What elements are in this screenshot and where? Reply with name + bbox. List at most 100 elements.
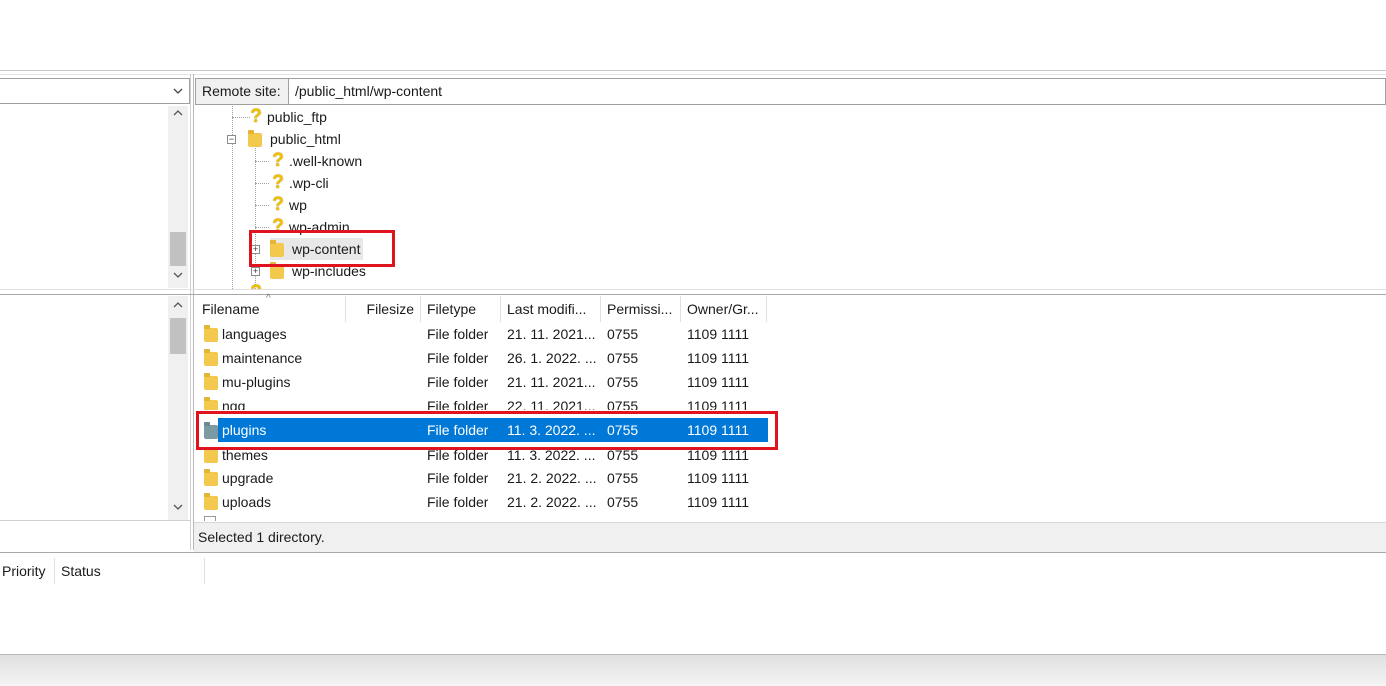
tree-item-wp[interactable]: ? wp [270,194,310,216]
queue-column-priority[interactable]: Priority [0,558,55,584]
highlight-box [249,230,395,267]
queue-divider[interactable] [0,552,1386,553]
tree-item-label: public_ftp [267,109,327,125]
column-owner-group[interactable]: Owner/Gr... [681,296,767,322]
local-site-combo[interactable] [0,78,190,104]
file-type: File folder [427,449,489,461]
file-name: maintenance [222,350,303,366]
tree-guide [255,227,269,228]
remote-path-input[interactable]: /public_html/wp-content [289,78,1386,105]
file-name: uploads [222,494,272,510]
tree-item-wp-cli[interactable]: ? .wp-cli [270,172,332,194]
chevron-down-icon[interactable] [171,81,185,101]
file-icon [204,516,216,521]
file-owner: 1109 1111 [687,449,750,461]
folder-icon [204,325,218,343]
local-status-divider [0,520,190,521]
scroll-up-icon[interactable] [168,106,188,124]
tree-item-public-html[interactable]: public_html [248,128,344,150]
scroll-down-icon[interactable] [168,500,188,518]
file-name: upgrade [222,470,274,486]
pane-splitter-edge [193,74,194,550]
tree-item-label: .well-known [289,153,363,169]
column-filesize[interactable]: Filesize [346,296,421,322]
expand-icon[interactable]: + [251,267,260,276]
tree-item-well-known[interactable]: ? .well-known [270,150,365,172]
highlight-box [196,411,778,450]
file-owner: 1109 1111 [687,374,750,390]
toolbar-divider [0,70,1386,71]
tree-item-label: wp [289,197,307,213]
folder-icon [204,469,218,487]
file-name: ngg [222,398,246,410]
file-type: File folder [427,326,489,342]
sort-ascending-icon: ^ [266,293,271,304]
tree-list-divider-2[interactable] [0,294,1386,295]
table-row[interactable]: upgrade File folder 21. 2. 2022. ... 075… [196,466,768,490]
tree-guide [255,183,269,184]
table-row[interactable]: mu-plugins File folder 21. 11. 2021... 0… [196,370,768,394]
tree-guide [255,161,269,162]
question-icon: ? [250,106,262,127]
scroll-thumb[interactable] [170,232,186,266]
tree-item-public-ftp[interactable]: ? public_ftp [248,106,330,128]
collapse-icon[interactable]: − [227,135,236,144]
scroll-thumb[interactable] [170,318,186,354]
folder-icon [204,349,218,367]
file-owner: 1109 1111 [687,326,750,342]
file-permissions: 0755 [607,374,639,390]
file-name: themes [222,449,268,461]
table-row[interactable]: ngg File folder 22. 11. 2021... 0755 110… [196,394,768,410]
toolbar-divider-2 [0,74,1386,75]
local-tree-scrollbar[interactable] [168,106,188,288]
folder-icon [270,262,284,280]
file-name: languages [222,326,287,342]
file-owner: 1109 1111 [687,398,750,410]
file-owner: 1109 1111 [687,494,750,510]
file-modified: 11. 3. 2022. ... [507,449,596,461]
tree-guide [255,205,269,206]
tree-item-label: .wp-cli [289,175,329,191]
table-row[interactable]: uploads File folder 21. 2. 2022. ... 075… [196,490,768,514]
bottom-tab-bar [0,654,1386,686]
file-modified: 21. 2. 2022. ... [507,470,597,486]
file-permissions: 0755 [607,326,639,342]
file-modified: 26. 1. 2022. ... [507,350,597,366]
file-type: File folder [427,470,489,486]
file-type: File folder [427,494,489,510]
file-name: mu-plugins [222,374,291,390]
table-row[interactable]: languages File folder 21. 11. 2021... 07… [196,322,768,346]
column-filetype[interactable]: Filetype [421,296,501,322]
scroll-down-icon[interactable] [168,268,188,286]
queue-column-status[interactable]: Status [55,558,205,584]
question-icon: ? [272,150,284,171]
column-filename[interactable]: Filename [196,296,346,322]
column-permissions[interactable]: Permissi... [601,296,681,322]
tree-item-label: public_html [270,131,341,147]
file-modified: 21. 2. 2022. ... [507,494,597,510]
question-icon: ? [248,282,264,289]
file-modified: 21. 11. 2021... [507,326,596,342]
file-permissions: 0755 [607,470,639,486]
scroll-up-icon[interactable] [168,298,188,316]
folder-icon [204,493,218,511]
file-owner: 1109 1111 [687,470,750,486]
file-modified: 22. 11. 2021... [507,398,596,410]
file-modified: 21. 11. 2021... [507,374,596,390]
tree-list-divider [0,289,1386,290]
folder-icon [248,130,262,148]
question-icon: ? [272,172,284,193]
file-owner: 1109 1111 [687,350,750,366]
file-type: File folder [427,398,489,410]
pane-splitter[interactable] [190,74,191,550]
folder-icon [204,449,218,464]
column-last-modified[interactable]: Last modifi... [501,296,601,322]
file-type: File folder [427,374,489,390]
folder-icon [204,373,218,391]
table-row[interactable]: maintenance File folder 26. 1. 2022. ...… [196,346,768,370]
file-permissions: 0755 [607,449,639,461]
folder-icon [204,397,218,410]
table-row[interactable]: themes File folder 11. 3. 2022. ... 0755… [196,449,768,466]
local-list-scrollbar[interactable] [168,296,188,520]
file-type: File folder [427,350,489,366]
